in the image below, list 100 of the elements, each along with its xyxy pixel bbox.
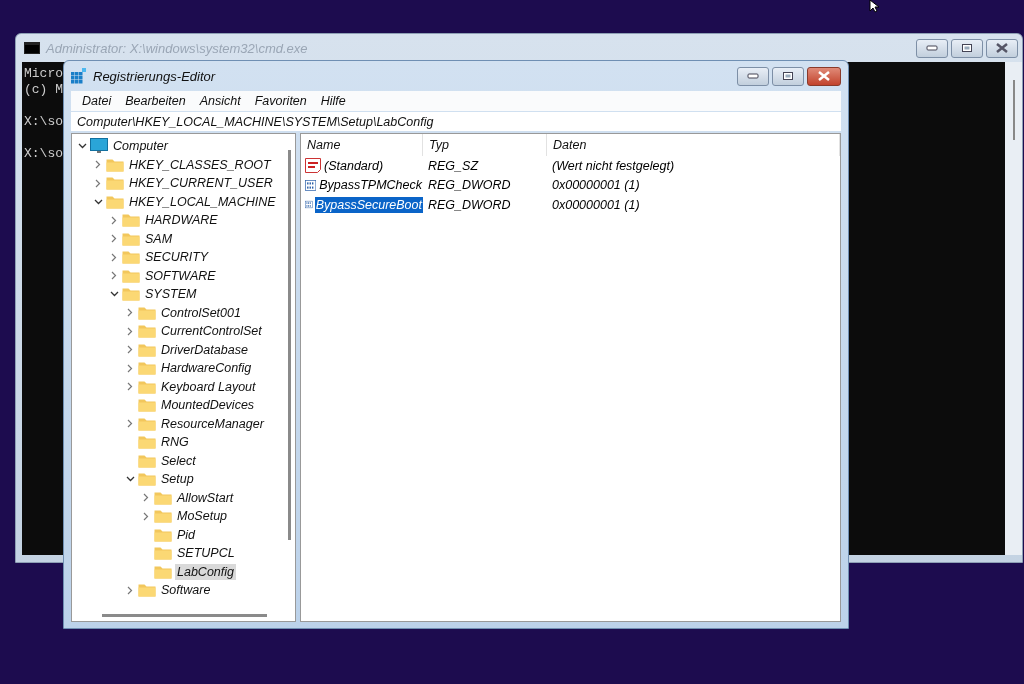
expand-chevron-icon[interactable] — [143, 493, 149, 503]
console-icon — [24, 42, 40, 54]
tree-item[interactable]: AllowStart — [175, 489, 236, 506]
folder-icon — [138, 324, 156, 339]
tree-item[interactable]: DriverDatabase — [159, 341, 250, 358]
tree-item[interactable]: HKEY_CLASSES_ROOT — [127, 156, 273, 173]
minimize-icon — [747, 73, 759, 79]
collapse-chevron-icon[interactable] — [77, 143, 87, 150]
tree-item[interactable]: CurrentControlSet — [159, 323, 264, 340]
expand-chevron-icon[interactable] — [95, 160, 101, 170]
folder-icon — [154, 490, 172, 505]
tree-item[interactable]: HardwareConfig — [159, 360, 254, 377]
value-name[interactable]: (Standard) — [323, 157, 385, 174]
expand-chevron-icon[interactable] — [127, 585, 133, 595]
expand-chevron-icon[interactable] — [111, 271, 117, 281]
column-header[interactable]: Name — [301, 134, 423, 156]
expand-chevron-icon[interactable] — [127, 345, 133, 355]
maximize-button[interactable] — [951, 38, 983, 58]
expand-chevron-icon[interactable] — [111, 215, 117, 225]
tree-item[interactable]: HKEY_LOCAL_MACHINE — [127, 193, 278, 210]
tree-item[interactable]: LabConfig — [175, 563, 236, 580]
collapse-chevron-icon[interactable] — [93, 198, 103, 205]
folder-icon — [138, 453, 156, 468]
folder-icon — [122, 268, 140, 283]
folder-icon — [154, 509, 172, 524]
close-icon — [995, 43, 1009, 53]
menu-item[interactable]: Datei — [75, 94, 119, 108]
folder-icon — [138, 583, 156, 598]
expand-chevron-icon[interactable] — [127, 308, 133, 318]
tree-item[interactable]: RNG — [159, 434, 191, 451]
column-header[interactable]: Typ — [423, 134, 547, 156]
value-name[interactable]: BypassTPMCheck — [318, 177, 423, 194]
column-header[interactable]: Daten — [547, 134, 840, 156]
expand-chevron-icon[interactable] — [127, 326, 133, 336]
tree-item[interactable]: Pid — [175, 526, 198, 543]
tree-item[interactable]: HKEY_CURRENT_USER — [127, 175, 275, 192]
close-button[interactable] — [807, 66, 841, 86]
tree-item[interactable]: SAM — [143, 230, 175, 247]
expand-chevron-icon[interactable] — [127, 382, 133, 392]
folder-icon — [122, 213, 140, 228]
table-cell-text: (Wert nicht festgelegt) — [551, 158, 676, 173]
maximize-icon — [961, 43, 973, 53]
expand-chevron-icon[interactable] — [143, 511, 149, 521]
folder-icon — [138, 398, 156, 413]
close-button[interactable] — [986, 38, 1018, 58]
expand-chevron-icon[interactable] — [111, 252, 117, 262]
tree-item[interactable]: MountedDevices — [159, 397, 257, 414]
console-line: X:\so — [24, 114, 63, 130]
menu-item[interactable]: Favoriten — [247, 94, 314, 108]
tree-item[interactable]: Select — [159, 452, 198, 469]
expand-chevron-icon[interactable] — [127, 363, 133, 373]
tree-item[interactable]: SETUPCL — [175, 545, 237, 562]
window-title: Administrator: X:\windows\system32\cmd.exe — [46, 40, 309, 56]
tree-item[interactable]: SYSTEM — [143, 286, 199, 303]
expand-chevron-icon[interactable] — [111, 234, 117, 244]
table-cell-text: REG_DWORD — [427, 178, 512, 193]
menu-item[interactable]: Ansicht — [192, 94, 248, 108]
tree-item[interactable]: ResourceManager — [159, 415, 266, 432]
folder-icon — [122, 287, 140, 302]
collapse-chevron-icon[interactable] — [109, 291, 119, 298]
value-name[interactable]: BypassSecureBoot — [314, 196, 423, 213]
tree-item[interactable]: Setup — [159, 471, 196, 488]
folder-icon — [106, 176, 124, 191]
folder-icon — [138, 305, 156, 320]
folder-icon — [154, 527, 172, 542]
folder-icon — [154, 546, 172, 561]
collapse-chevron-icon[interactable] — [125, 476, 135, 483]
tree-item[interactable]: Keyboard Layout — [159, 378, 258, 395]
console-line: (c) M — [24, 82, 63, 98]
table-cell-text: 0x00000001 (1) — [551, 197, 641, 212]
address-bar[interactable]: Computer\HKEY_LOCAL_MACHINE\SYSTEM\Setup\LabConfig — [71, 112, 841, 131]
expand-chevron-icon[interactable] — [95, 178, 101, 188]
minimize-icon — [926, 45, 938, 51]
tree-item[interactable]: Computer — [111, 138, 170, 155]
expand-chevron-icon[interactable] — [127, 419, 133, 429]
folder-icon — [138, 416, 156, 431]
menu-item[interactable]: Bearbeiten — [118, 94, 193, 108]
table-cell-text: REG_SZ — [427, 158, 480, 173]
binary-value-icon — [305, 177, 317, 193]
folder-icon — [106, 157, 124, 172]
tree-item[interactable]: SECURITY — [143, 249, 211, 266]
tree-item[interactable]: ControlSet001 — [159, 304, 243, 321]
folder-icon — [122, 231, 140, 246]
folder-icon — [138, 342, 156, 357]
monitor-icon — [90, 138, 108, 155]
scrollbar[interactable] — [1005, 62, 1022, 555]
folder-icon — [138, 435, 156, 450]
app-icon — [71, 68, 87, 84]
window-title: Registrierungs-Editor — [93, 68, 217, 84]
close-icon — [817, 71, 831, 81]
maximize-button[interactable] — [772, 66, 804, 86]
mouse-cursor-icon — [869, 0, 881, 13]
tree-item[interactable]: SOFTWARE — [143, 267, 218, 284]
string-value-icon — [305, 158, 321, 174]
maximize-icon — [782, 71, 794, 81]
tree-item[interactable]: Software — [159, 582, 213, 599]
folder-icon — [138, 361, 156, 376]
tree-item[interactable]: MoSetup — [175, 508, 230, 525]
menu-item[interactable]: Hilfe — [313, 94, 353, 108]
tree-item[interactable]: HARDWARE — [143, 212, 220, 229]
